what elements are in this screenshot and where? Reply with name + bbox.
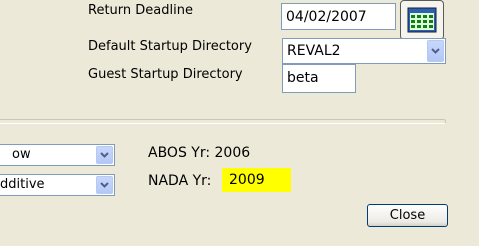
section-separator: [0, 119, 446, 124]
combo-box-1-value: ow: [12, 147, 31, 162]
guest-startup-directory-field[interactable]: beta: [282, 64, 356, 93]
return-deadline-field[interactable]: 04/02/2007: [281, 3, 396, 30]
chevron-down-icon: [100, 152, 109, 158]
nada-year-value: 2009: [222, 168, 291, 192]
close-button-label: Close: [389, 208, 426, 223]
default-startup-directory-value: REVAL2: [287, 43, 341, 59]
calendar-button[interactable]: [400, 0, 444, 40]
default-startup-directory-label: Default Startup Directory: [88, 39, 252, 54]
combo-box-2-dropdown-button[interactable]: [96, 176, 113, 194]
combo-box-2[interactable]: ​dditive: [0, 174, 115, 196]
default-startup-dropdown-button[interactable]: [427, 40, 444, 62]
abos-year-label: ABOS Yr: 2006: [148, 145, 251, 161]
combo-box-1-dropdown-button[interactable]: [96, 146, 113, 164]
nada-year-label: NADA Yr:: [148, 173, 212, 189]
combo-box-2-value: ​dditive: [0, 177, 45, 192]
combo-box-1[interactable]: ow: [0, 144, 115, 166]
return-deadline-label: Return Deadline: [88, 3, 193, 17]
guest-startup-directory-label: Guest Startup Directory: [88, 67, 243, 82]
default-startup-directory-select[interactable]: REVAL2: [282, 38, 446, 64]
calendar-icon: [407, 7, 437, 33]
chevron-down-icon: [100, 182, 109, 188]
chevron-down-icon: [431, 48, 440, 54]
close-button[interactable]: Close: [367, 204, 448, 227]
